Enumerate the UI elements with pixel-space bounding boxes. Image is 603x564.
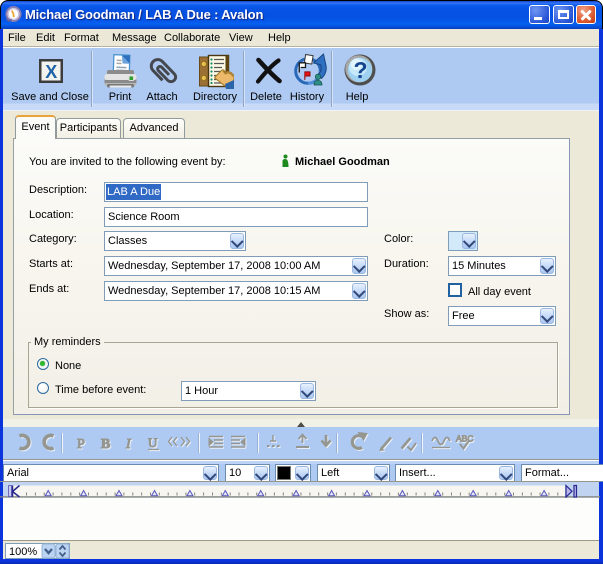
svg-text:X: X bbox=[45, 62, 57, 82]
svg-text:100%: 100% bbox=[9, 546, 37, 558]
svg-text:?: ? bbox=[353, 57, 367, 83]
